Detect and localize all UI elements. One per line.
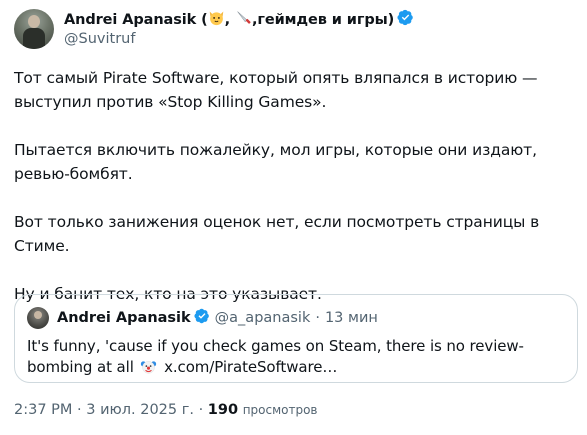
- knife-emoji-icon: [235, 9, 252, 30]
- clown-emoji-icon: [140, 358, 157, 375]
- quoted-tweet-header: Andrei Apanasik @a_apanasik · 13 мин: [27, 307, 378, 329]
- meta-dot: ·: [77, 402, 82, 418]
- tweet-meta: 2:37 PM · 3 июл. 2025 г. · 190 просмотро…: [14, 402, 318, 418]
- tweet-body: Тот самый Pirate Software, который опять…: [14, 66, 579, 330]
- quoted-timestamp[interactable]: 13 мин: [325, 310, 378, 326]
- comma-text: ,: [224, 11, 235, 28]
- tweet-paragraph-3: Вот только занижения оценок нет, если по…: [14, 213, 540, 255]
- quoted-author-handle[interactable]: @a_apanasik: [215, 310, 311, 326]
- quoted-tweet-text: It's funny, 'cause if you check games on…: [27, 336, 567, 378]
- views-label: просмотров: [242, 403, 318, 417]
- author-display-name-head[interactable]: Andrei Apanasik (: [64, 12, 208, 28]
- author-display-name[interactable]: Andrei Apanasik ( , ,геймдев и игры): [64, 9, 394, 30]
- cat-emoji-icon: [208, 9, 225, 30]
- quoted-tweet[interactable]: Andrei Apanasik @a_apanasik · 13 мин It'…: [14, 294, 578, 383]
- verified-badge-icon: [191, 308, 210, 328]
- quoted-link[interactable]: x.com/PirateSoftware…: [164, 358, 337, 376]
- verified-badge-icon: [394, 9, 414, 30]
- quoted-author-name[interactable]: Andrei Apanasik: [57, 310, 191, 326]
- author-avatar[interactable]: [14, 9, 54, 49]
- tweet-paragraph-2: Пытается включить пожалейку, мол игры, к…: [14, 141, 537, 183]
- meta-dot: ·: [198, 402, 204, 418]
- tweet-header: Andrei Apanasik ( , ,геймдев и игры) @Su…: [14, 9, 414, 53]
- author-handle[interactable]: @Suvitruf: [64, 31, 414, 47]
- author-names: Andrei Apanasik ( , ,геймдев и игры) @Su…: [64, 9, 414, 53]
- quoted-author-avatar[interactable]: [27, 307, 49, 329]
- author-display-name-tail[interactable]: ,геймдев и игры): [252, 12, 394, 28]
- tweet-time[interactable]: 2:37 PM: [14, 402, 72, 418]
- tweet-date[interactable]: 3 июл. 2025 г.: [86, 402, 194, 418]
- quoted-separator: ·: [315, 310, 320, 326]
- author-name-row[interactable]: Andrei Apanasik ( , ,геймдев и игры): [64, 9, 414, 29]
- views-count[interactable]: 190: [208, 402, 238, 418]
- tweet-paragraph-1: Тот самый Pirate Software, который опять…: [14, 69, 538, 111]
